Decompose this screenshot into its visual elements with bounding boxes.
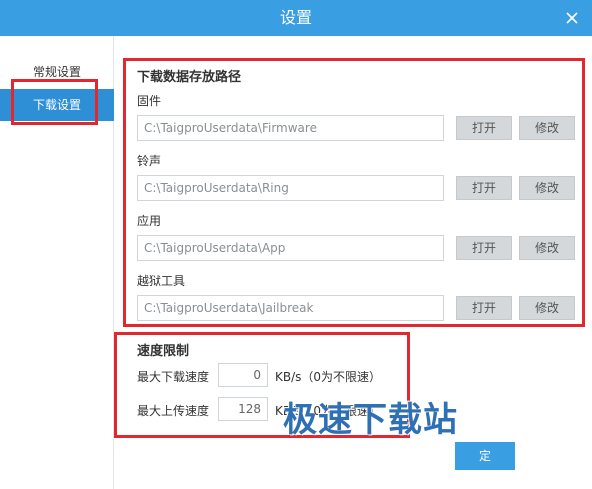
- window-title: 设置: [279, 8, 312, 27]
- close-icon: [566, 12, 578, 24]
- highlight-box-sidebar: [11, 79, 98, 125]
- watermark-text: 极速下载站: [283, 400, 458, 440]
- highlight-box-paths: [123, 58, 585, 327]
- close-button[interactable]: [560, 6, 584, 30]
- confirm-button[interactable]: 定: [455, 442, 515, 470]
- title-bar: 设置: [0, 0, 592, 36]
